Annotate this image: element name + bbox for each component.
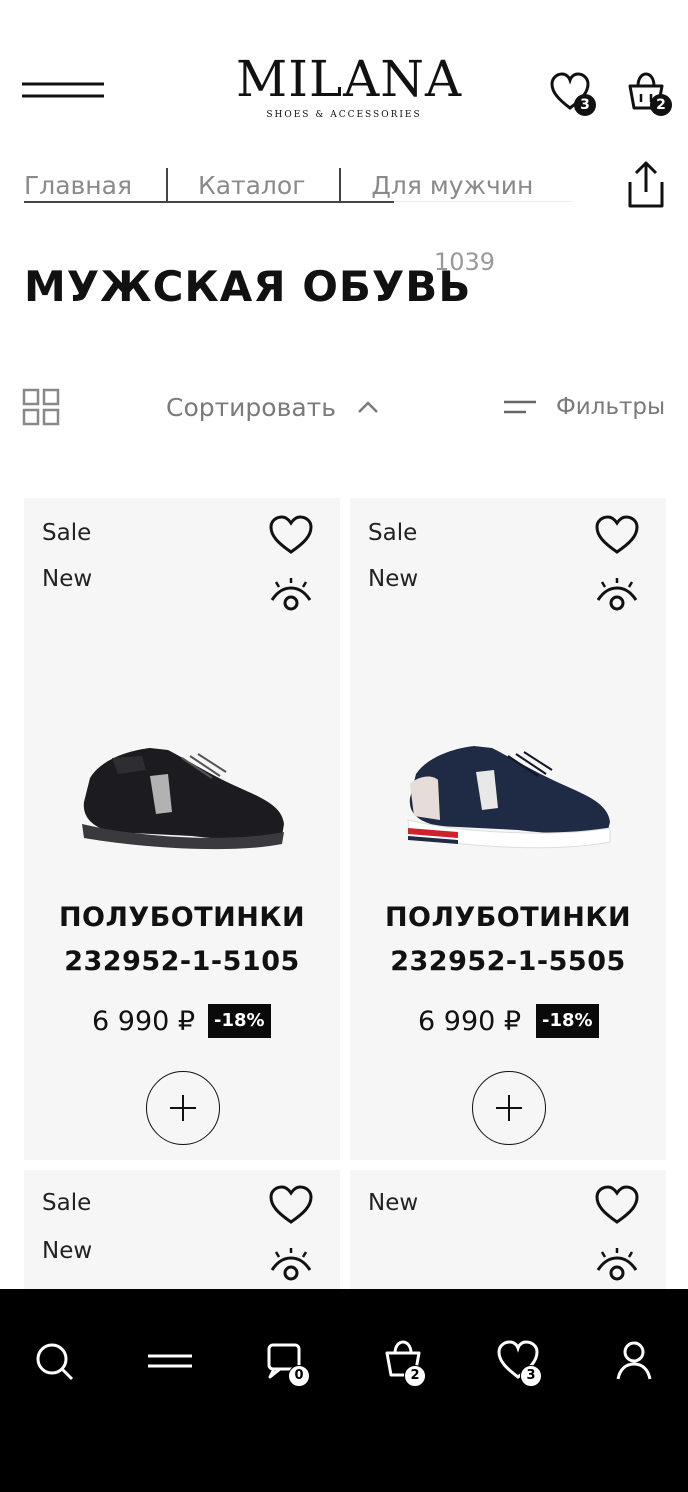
breadcrumb-catalog[interactable]: Каталог (198, 171, 305, 200)
breadcrumb-men[interactable]: Для мужчин (371, 171, 533, 200)
quick-view-button[interactable] (594, 578, 640, 614)
product-card[interactable]: Sale New (24, 1170, 340, 1300)
grid-icon (22, 388, 60, 426)
logo-text: MILANA (236, 50, 463, 108)
product-card[interactable]: New (350, 1170, 666, 1300)
add-to-cart-button[interactable] (472, 1071, 546, 1145)
favorites-badge: 3 (520, 1365, 542, 1387)
product-card[interactable]: Sale New ПОЛУБОТИНКИ 232952-1-5105 6 990… (24, 498, 340, 1160)
grid-view-toggle[interactable] (22, 388, 60, 426)
product-image[interactable] (72, 728, 292, 858)
new-tag: New (368, 566, 419, 592)
breadcrumb-home[interactable]: Главная (24, 171, 132, 200)
quick-view-button[interactable] (268, 1248, 314, 1284)
favorites-badge: 3 (574, 94, 596, 116)
product-price: 6 990 ₽ (418, 1006, 522, 1037)
new-tag: New (368, 1190, 419, 1216)
user-icon (616, 1341, 652, 1380)
nav-compare-button[interactable]: 0 (264, 1339, 310, 1387)
product-sku: 232952-1-5505 (390, 946, 626, 977)
breadcrumb-scroll-indicator (24, 201, 394, 203)
eye-icon (270, 1248, 312, 1281)
heart-icon (269, 1185, 313, 1224)
add-to-favorites-button[interactable] (594, 514, 640, 556)
favorites-button[interactable]: 3 (548, 70, 596, 116)
product-name[interactable]: ПОЛУБОТИНКИ (24, 902, 340, 933)
product-count: 1039 (434, 248, 496, 276)
share-icon (628, 161, 664, 208)
cart-badge: 2 (404, 1365, 426, 1387)
quick-view-button[interactable] (594, 1248, 640, 1284)
sale-tag: Sale (368, 520, 418, 546)
filters-label: Фильтры (556, 394, 666, 420)
filter-icon (504, 400, 536, 414)
breadcrumb-scroll-track (394, 201, 574, 202)
nav-profile-button[interactable] (612, 1339, 656, 1383)
new-tag: New (42, 566, 93, 592)
cart-badge: 2 (650, 94, 672, 116)
discount-badge: -18% (208, 1004, 271, 1038)
nav-menu-button[interactable] (148, 1339, 192, 1383)
page-title: МУЖСКАЯ ОБУВЬ (24, 262, 472, 311)
logo[interactable]: MILANA SHOES & ACCESSORIES (236, 50, 463, 120)
nav-favorites-button[interactable]: 3 (496, 1339, 542, 1387)
sale-tag: Sale (42, 1190, 92, 1216)
filters-button[interactable]: Фильтры (504, 388, 665, 426)
menu-icon (148, 1354, 192, 1368)
product-price: 6 990 ₽ (92, 1006, 196, 1037)
plus-icon (170, 1095, 196, 1121)
search-icon (36, 1343, 74, 1381)
heart-icon (269, 515, 313, 554)
eye-icon (596, 578, 638, 611)
new-tag: New (42, 1238, 93, 1264)
logo-tagline: SHOES & ACCESSORIES (266, 110, 422, 120)
sort-label: Сортировать (166, 392, 336, 422)
discount-badge: -18% (536, 1004, 599, 1038)
plus-icon (496, 1095, 522, 1121)
heart-icon (595, 1185, 639, 1224)
product-sku: 232952-1-5105 (64, 946, 300, 977)
eye-icon (270, 578, 312, 611)
sort-button[interactable]: Сортировать (166, 388, 380, 426)
product-image[interactable] (398, 728, 618, 858)
menu-icon[interactable] (22, 78, 104, 104)
quick-view-button[interactable] (268, 578, 314, 614)
share-button[interactable] (622, 160, 668, 210)
add-to-favorites-button[interactable] (594, 1184, 640, 1226)
eye-icon (596, 1248, 638, 1281)
add-to-favorites-button[interactable] (268, 1184, 314, 1226)
product-card[interactable]: Sale New ПОЛУБОТИНКИ 232952-1-5505 6 990… (350, 498, 666, 1160)
heart-icon (595, 515, 639, 554)
nav-search-button[interactable] (32, 1339, 76, 1383)
add-to-favorites-button[interactable] (268, 514, 314, 556)
bottom-nav: 0 2 3 (0, 1289, 688, 1492)
cart-button[interactable]: 2 (624, 70, 672, 116)
breadcrumb-separator (165, 168, 168, 202)
sale-tag: Sale (42, 520, 92, 546)
add-to-cart-button[interactable] (146, 1071, 220, 1145)
product-name[interactable]: ПОЛУБОТИНКИ (350, 902, 666, 933)
nav-cart-button[interactable]: 2 (382, 1339, 426, 1387)
compare-badge: 0 (288, 1365, 310, 1387)
breadcrumb-separator (339, 168, 342, 202)
chevron-up-icon (358, 401, 378, 413)
